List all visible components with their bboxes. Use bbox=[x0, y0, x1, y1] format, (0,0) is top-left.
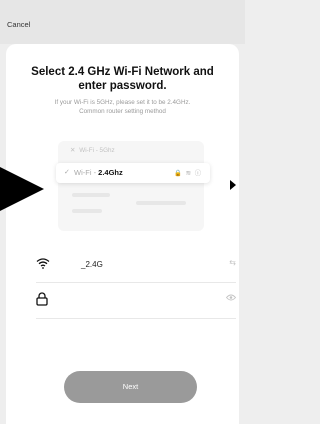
eye-icon[interactable] bbox=[225, 294, 237, 303]
cancel-button[interactable]: Cancel bbox=[7, 20, 30, 29]
pointer-arrow-right bbox=[230, 180, 236, 190]
divider bbox=[36, 318, 236, 319]
next-button[interactable]: Next bbox=[64, 371, 197, 403]
lock-icon bbox=[36, 292, 48, 311]
top-bar: Cancel bbox=[0, 0, 245, 44]
placeholder-bar bbox=[136, 201, 186, 205]
password-field[interactable] bbox=[36, 289, 237, 319]
swap-icon[interactable]: ⇆ bbox=[229, 258, 236, 267]
placeholder-bar bbox=[72, 193, 110, 197]
check-icon: ✓ bbox=[64, 169, 70, 176]
divider bbox=[36, 282, 236, 283]
illustration-row-24ghz: ✓ Wi-Fi - 2.4Ghz 🔒 ≋ ⓘ bbox=[56, 163, 210, 183]
close-icon: ✕ bbox=[70, 147, 76, 154]
illustration-5ghz-label: Wi-Fi - 5Ghz bbox=[79, 147, 115, 154]
wifi-setup-card: Select 2.4 GHz Wi-Fi Network and enter p… bbox=[6, 44, 239, 424]
illustration-24ghz-band: 2.4Ghz bbox=[98, 168, 123, 177]
placeholder-bar bbox=[72, 209, 102, 213]
wifi-name-field[interactable]: _2.4G ⇆ bbox=[36, 253, 236, 283]
router-setting-link[interactable]: Common router setting method bbox=[12, 107, 233, 116]
wifi-list-illustration: ✕ Wi-Fi - 5Ghz ✓ Wi-Fi - 2.4Ghz 🔒 ≋ ⓘ bbox=[56, 141, 210, 231]
pointer-arrow-left bbox=[0, 167, 44, 211]
page-subtitle: If your Wi-Fi is 5GHz, please set it to … bbox=[12, 98, 233, 116]
subtitle-line-1: If your Wi-Fi is 5GHz, please set it to … bbox=[54, 99, 191, 106]
wifi-icon bbox=[36, 256, 50, 274]
network-status-icons: 🔒 ≋ ⓘ bbox=[174, 170, 202, 177]
illustration-row-5ghz: ✕ Wi-Fi - 5Ghz bbox=[70, 147, 115, 154]
wifi-name-value: _2.4G bbox=[81, 260, 103, 269]
page-title: Select 2.4 GHz Wi-Fi Network and enter p… bbox=[31, 66, 214, 92]
illustration-24ghz-label: Wi-Fi - 2.4Ghz bbox=[74, 168, 123, 177]
